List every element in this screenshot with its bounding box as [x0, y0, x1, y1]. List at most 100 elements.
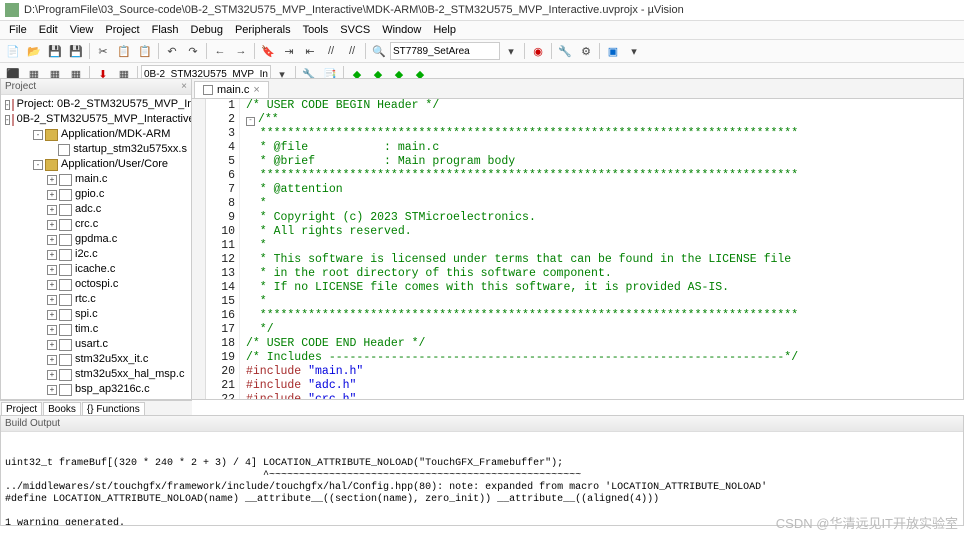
save-button[interactable]: 💾 [45, 41, 65, 61]
menu-peripherals[interactable]: Peripherals [229, 22, 297, 38]
undo-button[interactable]: ↶ [162, 41, 182, 61]
cut-button[interactable]: ✂ [93, 41, 113, 61]
tree-toggle-icon[interactable]: + [47, 175, 57, 185]
tree-toggle-icon[interactable]: - [5, 115, 10, 125]
tree-item[interactable]: -Application/User/Core [3, 157, 189, 172]
tree-toggle-icon[interactable]: + [47, 325, 57, 335]
tree-item[interactable]: -Project: 0B-2_STM32U575_MVP_Interactive [3, 97, 189, 112]
window-button[interactable]: ▣ [603, 41, 623, 61]
menu-file[interactable]: File [3, 22, 33, 38]
file-icon [59, 324, 72, 336]
project-tab[interactable]: Project [1, 402, 42, 416]
project-tab[interactable]: {} Functions [82, 402, 145, 416]
tree-toggle-icon[interactable]: + [47, 250, 57, 260]
project-tab[interactable]: Books [43, 402, 81, 416]
menu-edit[interactable]: Edit [33, 22, 64, 38]
tree-item[interactable]: +spi.c [3, 307, 189, 322]
tree-item[interactable]: + main.c [3, 172, 189, 187]
menu-debug[interactable]: Debug [185, 22, 229, 38]
tree-item[interactable]: + tim.c [3, 322, 189, 337]
tree-toggle-icon[interactable]: + [47, 280, 57, 290]
open-file-button[interactable]: 📂 [24, 41, 44, 61]
tree-item[interactable]: + icache.c [3, 262, 189, 277]
tree-label: crc.c [75, 217, 98, 232]
debug-button[interactable]: ◉ [528, 41, 548, 61]
folder-icon [45, 159, 58, 171]
indent-button[interactable]: ⇥ [279, 41, 299, 61]
tree-toggle-icon[interactable]: + [47, 190, 57, 200]
code-content[interactable]: /* USER CODE BEGIN Header */-/** *******… [240, 99, 963, 399]
tree-item[interactable]: +gpdma.c [3, 232, 189, 247]
menu-flash[interactable]: Flash [146, 22, 185, 38]
nav-fwd-button[interactable]: → [231, 41, 251, 61]
toolbar-row-1: 📄 📂 💾 💾 ✂ 📋 📋 ↶ ↷ ← → 🔖 ⇥ ⇤ // // 🔍 ▾ ◉ … [0, 40, 964, 63]
tree-item[interactable]: +adc.c [3, 202, 189, 217]
tree-toggle-icon[interactable]: + [47, 265, 57, 275]
tree-label: octospi.c [75, 277, 118, 292]
bookmark-button[interactable]: 🔖 [258, 41, 278, 61]
build-output-body[interactable]: uint32_t frameBuf[(320 * 240 * 2 + 3) / … [1, 432, 963, 525]
editor-tab-close-button[interactable]: × [253, 84, 259, 96]
tree-item[interactable]: -0B-2_STM32U575_MVP_Interactive [3, 112, 189, 127]
tree-toggle-icon[interactable]: - [33, 160, 43, 170]
tree-item[interactable]: -Application/MDK-ARM [3, 127, 189, 142]
tree-toggle-icon[interactable]: + [47, 355, 57, 365]
tree-toggle-icon[interactable]: + [47, 385, 57, 395]
menu-view[interactable]: View [64, 22, 100, 38]
toolbox-button[interactable]: 🔧 [555, 41, 575, 61]
tree-toggle-icon[interactable]: + [47, 235, 57, 245]
menu-svcs[interactable]: SVCS [334, 22, 376, 38]
build-output-panel: Build Output uint32_t frameBuf[(320 * 24… [0, 415, 964, 526]
menu-bar: FileEditViewProjectFlashDebugPeripherals… [0, 21, 964, 40]
code-editor[interactable]: 1234567891011121314151617181920212223242… [192, 99, 963, 399]
config-button[interactable]: ⚙ [576, 41, 596, 61]
tree-label: icache.c [75, 262, 115, 277]
find-button[interactable]: 🔍 [369, 41, 389, 61]
tree-label: tim.c [75, 322, 98, 337]
tree-item[interactable]: +gpio.c [3, 187, 189, 202]
menu-window[interactable]: Window [376, 22, 427, 38]
app-icon [5, 3, 19, 17]
tree-item[interactable]: +bsp_esp8266.c [3, 397, 189, 399]
help-button[interactable]: ▾ [624, 41, 644, 61]
tree-label: rtc.c [75, 292, 96, 307]
uncomment-button[interactable]: // [342, 41, 362, 61]
save-all-button[interactable]: 💾 [66, 41, 86, 61]
tree-item[interactable]: + rtc.c [3, 292, 189, 307]
nav-back-button[interactable]: ← [210, 41, 230, 61]
tree-label: 0B-2_STM32U575_MVP_Interactive [17, 112, 191, 127]
paste-button[interactable]: 📋 [135, 41, 155, 61]
tree-toggle-icon[interactable]: + [47, 220, 57, 230]
tree-item[interactable]: +bsp_ap3216c.c [3, 382, 189, 397]
new-file-button[interactable]: 📄 [3, 41, 23, 61]
tree-toggle-icon[interactable]: + [47, 370, 57, 380]
editor-tab-main-c[interactable]: main.c × [194, 81, 269, 98]
tree-toggle-icon[interactable]: + [47, 295, 57, 305]
project-panel-close-button[interactable]: × [181, 81, 187, 92]
tree-toggle-icon[interactable]: - [5, 100, 10, 110]
tree-label: main.c [75, 172, 107, 187]
tree-item[interactable]: +stm32u5xx_it.c [3, 352, 189, 367]
find-combo[interactable] [390, 42, 500, 60]
tree-item[interactable]: +i2c.c [3, 247, 189, 262]
tree-item[interactable]: startup_stm32u575xx.s [3, 142, 189, 157]
tree-toggle-icon[interactable]: + [47, 310, 57, 320]
comment-button[interactable]: // [321, 41, 341, 61]
outdent-button[interactable]: ⇤ [300, 41, 320, 61]
menu-project[interactable]: Project [99, 22, 145, 38]
tree-item[interactable]: + octospi.c [3, 277, 189, 292]
workspace: Project × -Project: 0B-2_STM32U575_MVP_I… [0, 78, 964, 400]
tree-toggle-icon[interactable]: + [47, 205, 57, 215]
menu-help[interactable]: Help [427, 22, 462, 38]
tree-item[interactable]: +stm32u5xx_hal_msp.c [3, 367, 189, 382]
copy-button[interactable]: 📋 [114, 41, 134, 61]
file-icon [59, 399, 72, 400]
project-tree[interactable]: -Project: 0B-2_STM32U575_MVP_Interactive… [1, 95, 191, 399]
tree-item[interactable]: + crc.c [3, 217, 189, 232]
menu-tools[interactable]: Tools [297, 22, 335, 38]
find-next-button[interactable]: ▾ [501, 41, 521, 61]
tree-toggle-icon[interactable]: - [33, 130, 43, 140]
tree-item[interactable]: +usart.c [3, 337, 189, 352]
redo-button[interactable]: ↷ [183, 41, 203, 61]
tree-toggle-icon[interactable]: + [47, 340, 57, 350]
